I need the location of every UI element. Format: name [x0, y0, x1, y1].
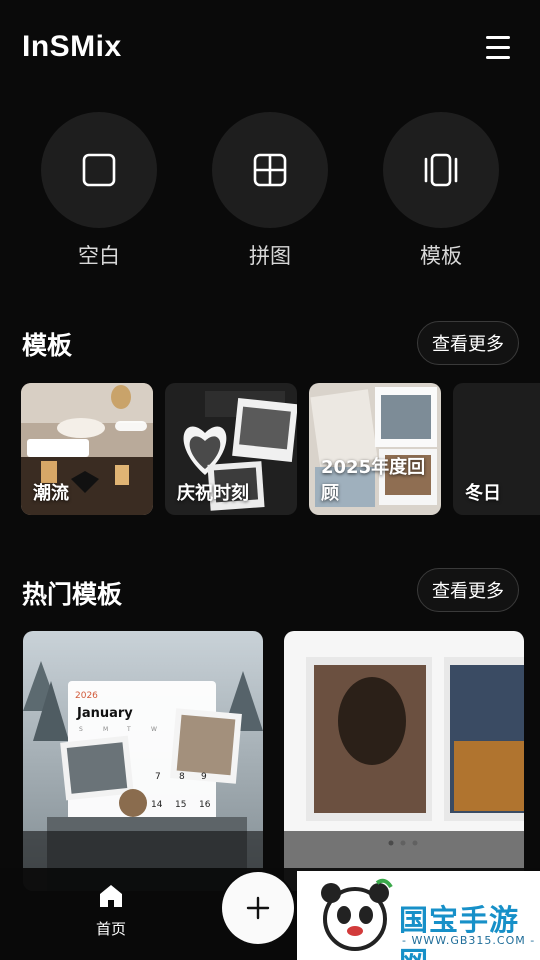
templates-row: 潮流 庆祝时刻 2025年度回顾 冬日: [21, 383, 540, 515]
hot-templates-row: 2026 January S M T W T 7 8 9 13 14 15 16: [23, 631, 540, 891]
blank-canvas-button[interactable]: 空白: [41, 112, 157, 270]
calendar-date-8: 8: [179, 772, 185, 782]
hot-templates-section-title: 热门模板: [22, 580, 123, 609]
blank-square-icon: [41, 112, 157, 228]
calendar-weekday-3: W: [151, 726, 157, 733]
calendar-weekday-0: S: [79, 726, 83, 733]
grid-collage-icon: [212, 112, 328, 228]
template-label: 模板: [420, 244, 462, 268]
calendar-date-15: 15: [175, 800, 186, 810]
create-plus-button[interactable]: [222, 872, 294, 944]
app-logo: InSMix: [22, 30, 122, 63]
watermark-text: 国宝手游网: [399, 903, 520, 960]
template-card-year-review[interactable]: 2025年度回顾: [309, 383, 441, 515]
hot-thumb-calendar: 2026 January S M T W T 7 8 9 13 14 15 16: [23, 631, 263, 891]
hot-thumb-portrait: [284, 631, 524, 891]
home-icon: [100, 885, 122, 907]
template-button[interactable]: 模板: [383, 112, 499, 270]
calendar-weekday-2: T: [126, 726, 131, 733]
hot-template-card-portrait[interactable]: [284, 631, 524, 891]
hot-view-more-button[interactable]: 查看更多: [417, 568, 519, 612]
calendar-weekday-1: M: [103, 726, 108, 733]
hamburger-menu-icon[interactable]: [480, 34, 516, 62]
watermark-url: - WWW.GB315.COM -: [402, 934, 536, 947]
collage-button[interactable]: 拼图: [212, 112, 328, 270]
collage-label: 拼图: [249, 244, 291, 268]
template-card-winter[interactable]: 冬日: [453, 383, 540, 515]
calendar-date-16: 16: [199, 800, 211, 810]
calendar-date-9: 9: [201, 772, 207, 782]
nav-home[interactable]: 首页: [80, 882, 142, 939]
quick-actions: 空白 拼图 模板: [0, 112, 540, 272]
template-label-celebration: 庆祝时刻: [177, 483, 249, 504]
panda-logo-icon: [321, 878, 393, 951]
hot-template-card-calendar[interactable]: 2026 January S M T W T 7 8 9 13 14 15 16: [23, 631, 263, 891]
calendar-year-nav: 2026: [75, 691, 98, 701]
plus-icon: [246, 896, 270, 920]
nav-home-label: 首页: [95, 920, 126, 938]
calendar-date-7: 7: [155, 772, 161, 782]
watermark-overlay: 国宝手游网 - WWW.GB315.COM -: [297, 871, 540, 960]
template-label-year-review: 2025年度回顾: [321, 457, 426, 504]
calendar-month: January: [76, 706, 133, 721]
template-carousel-icon: [383, 112, 499, 228]
template-label-winter: 冬日: [465, 483, 501, 504]
template-label-trend: 潮流: [33, 483, 69, 504]
top-bar: InSMix: [0, 0, 540, 100]
template-card-celebration[interactable]: 庆祝时刻: [165, 383, 297, 515]
template-card-trend[interactable]: 潮流: [21, 383, 153, 515]
templates-view-more-button[interactable]: 查看更多: [417, 321, 519, 365]
calendar-date-14: 14: [151, 800, 163, 810]
blank-canvas-label: 空白: [78, 244, 120, 268]
templates-section-title: 模板: [22, 331, 73, 360]
